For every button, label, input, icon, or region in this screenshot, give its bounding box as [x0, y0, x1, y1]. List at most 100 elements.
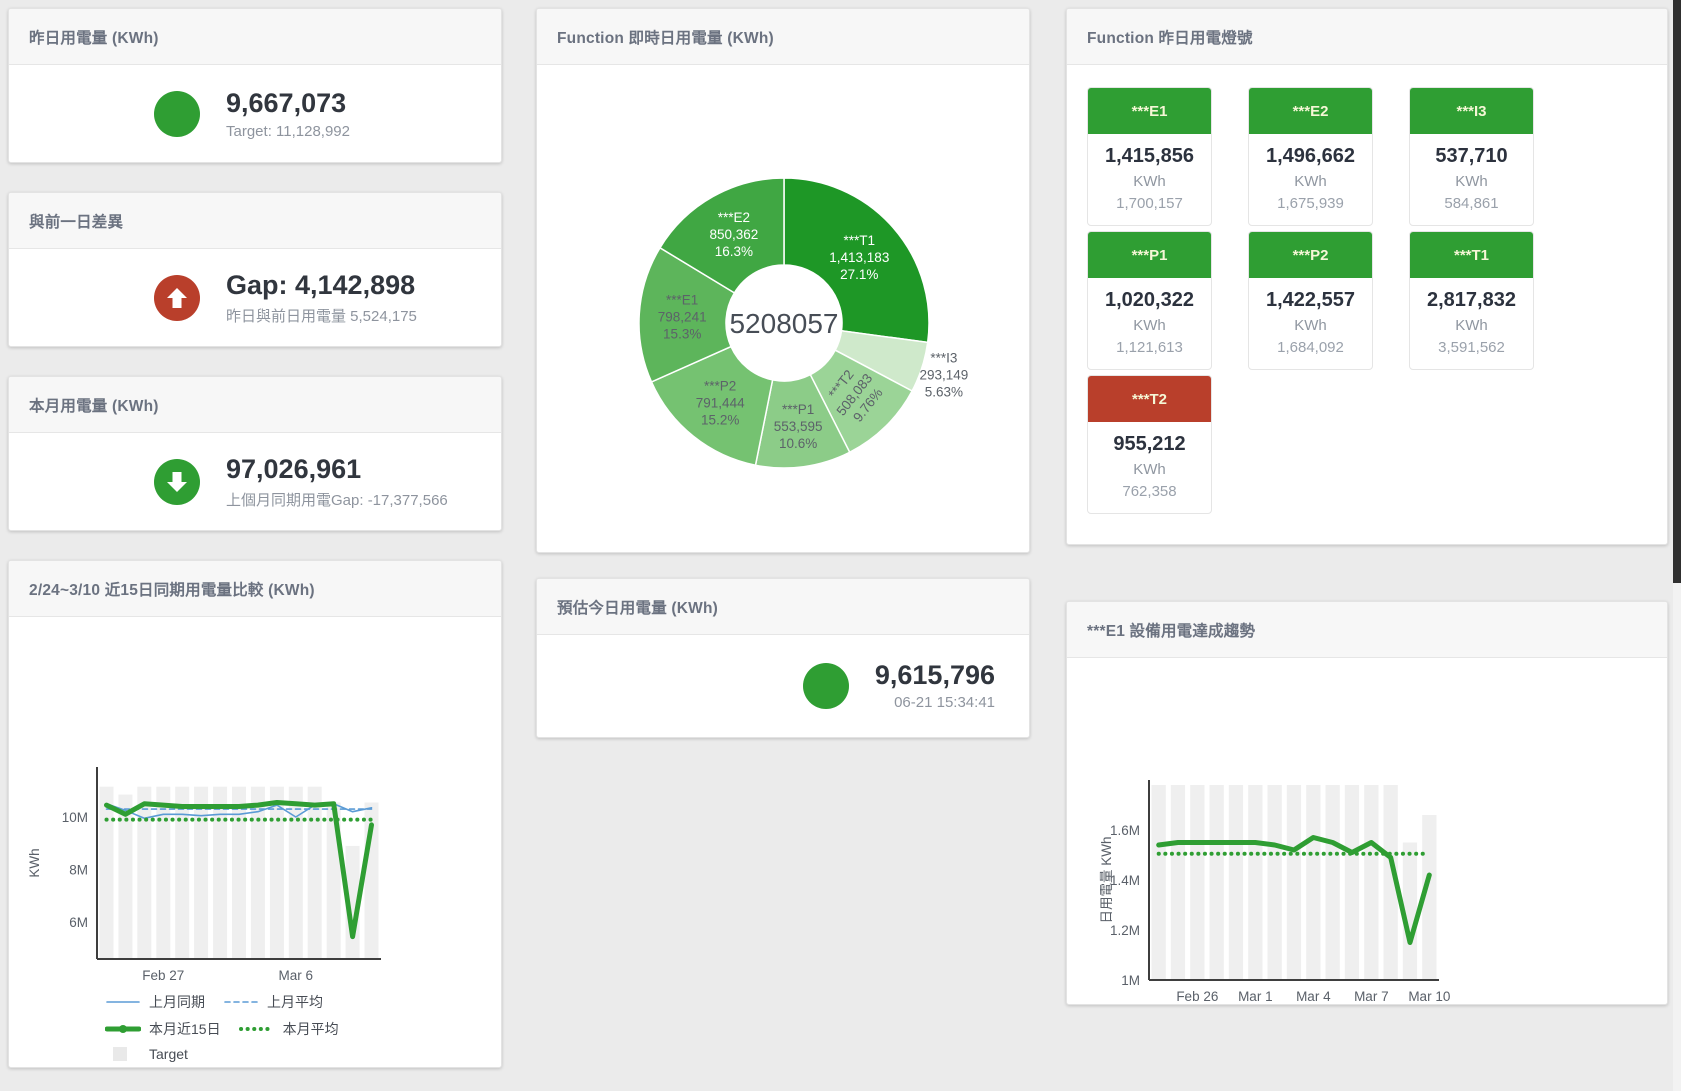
tile-value: 537,710	[1410, 145, 1533, 168]
stat-subtitle: 上個月同期用電Gap: -17,377,566	[226, 489, 448, 510]
target-bar	[1364, 785, 1378, 980]
legend-item[interactable]: 本月平均	[239, 1019, 339, 1039]
green-arrow-down-icon	[154, 459, 200, 505]
legend-sample-icon	[105, 1022, 141, 1036]
panel-title: 與前一日差異	[29, 210, 123, 232]
legend-item[interactable]: 本月近15日	[105, 1019, 221, 1039]
donut-slice-label: ***I3293,1495.63%	[919, 350, 968, 399]
tile-status-header: ***E1	[1088, 88, 1211, 134]
panel-header: 與前一日差異	[9, 193, 501, 249]
tile-unit: KWh	[1410, 317, 1533, 334]
legend-item[interactable]: 上月同期	[105, 992, 205, 1012]
y-tick-label: 10M	[62, 810, 88, 825]
tile-label: ***T1	[1454, 247, 1489, 264]
light-tile: ***E21,496,662KWh1,675,939	[1248, 87, 1373, 226]
panel-header: 預估今日用電量 (KWh)	[537, 579, 1029, 635]
x-tick-label: Mar 6	[279, 968, 314, 983]
target-bar	[194, 787, 208, 959]
panel-title: 昨日用電量 (KWh)	[29, 26, 159, 48]
donut-label-line: ***E2	[718, 210, 750, 225]
chart-legend: 上月同期 上月平均本月近15日本月平均 Target	[105, 992, 425, 1068]
y-tick-label: 1M	[1121, 973, 1140, 988]
tile-target: 1,121,613	[1088, 339, 1211, 356]
x-tick-label: Feb 26	[1176, 989, 1218, 1003]
middle-column: Function 即時日用電量 (KWh) ***T11,413,18327.1…	[536, 8, 1030, 738]
legend-item[interactable]: 上月平均	[223, 992, 323, 1012]
x-tick-label: Mar 1	[1238, 989, 1273, 1003]
tile-target: 584,861	[1410, 195, 1533, 212]
panel-title: Function 即時日用電量 (KWh)	[557, 26, 774, 48]
tile-label: ***E1	[1132, 103, 1168, 120]
x-tick-label: Mar 4	[1296, 989, 1331, 1003]
panel-header: 昨日用電量 (KWh)	[9, 9, 501, 65]
donut-area: ***T11,413,18327.1%***I3293,1495.63%***T…	[537, 65, 1029, 553]
target-bar	[1248, 785, 1262, 980]
legend-item[interactable]: Target	[105, 1046, 188, 1062]
panel-yesterday-usage: 昨日用電量 (KWh) 9,667,073 Target: 11,128,992	[8, 8, 502, 163]
right-column: Function 昨日用電燈號 ***E11,415,856KWh1,700,1…	[1066, 8, 1668, 1005]
target-bar	[137, 787, 151, 959]
y-tick-label: 6M	[69, 915, 88, 930]
panel-title: ***E1 設備用電達成趨勢	[1087, 619, 1255, 641]
page-scrollbar-track[interactable]	[1673, 0, 1681, 1091]
tile-unit: KWh	[1088, 317, 1211, 334]
panel-estimate-today: 預估今日用電量 (KWh) 9,615,796 06-21 15:34:41	[536, 578, 1030, 738]
tile-status-header: ***T2	[1088, 376, 1211, 422]
panel-yesterday-lights: Function 昨日用電燈號 ***E11,415,856KWh1,700,1…	[1066, 8, 1668, 545]
light-tile: ***T1 2,817,832 KWh 3,591,562	[1409, 231, 1534, 370]
donut-label-line: 850,362	[709, 227, 758, 242]
target-bar	[175, 787, 189, 959]
chart-area: 6M 8M 10M Feb 27 Mar 6 KWh 上月同期 上月平均本月近15日本月平均…	[9, 617, 501, 1068]
x-tick-label: Mar 7	[1354, 989, 1389, 1003]
chart-area: 1M1.2M1.4M1.6MFeb 26Mar 1Mar 4Mar 7Mar 1…	[1067, 658, 1667, 1005]
light-tile: ***T2955,212KWh762,358	[1087, 375, 1212, 514]
tile-status-header: ***E2	[1249, 88, 1372, 134]
page-scrollbar-thumb[interactable]	[1673, 0, 1681, 583]
tile-label: ***E2	[1293, 103, 1329, 120]
donut-label-line: 553,595	[774, 419, 823, 434]
target-bar	[1152, 785, 1166, 980]
tile-target: 1,684,092	[1249, 339, 1372, 356]
y-tick-label: 8M	[69, 863, 88, 878]
stat-row: Gap: 4,142,898 昨日與前日用電量 5,524,175	[9, 249, 501, 347]
x-tick-label: Mar 10	[1408, 989, 1450, 1003]
donut-label-line: 798,241	[658, 310, 707, 325]
y-tick-label: 1.4M	[1110, 873, 1140, 888]
target-bar	[100, 787, 114, 959]
panel-title: 預估今日用電量 (KWh)	[557, 596, 718, 618]
stat-value: 9,615,796	[875, 660, 995, 691]
tile-value: 1,020,322	[1088, 289, 1211, 312]
tile-value: 1,422,557	[1249, 289, 1372, 312]
tile-target: 3,591,562	[1410, 339, 1533, 356]
target-bar	[308, 787, 322, 959]
stat-value: 9,667,073	[226, 88, 350, 119]
legend-label: 上月平均	[267, 992, 323, 1012]
tile-label: ***P1	[1132, 247, 1168, 264]
legend-label: 上月同期	[149, 992, 205, 1012]
stat-subtitle: Target: 11,128,992	[226, 123, 350, 140]
donut-label-line: 1,413,183	[829, 250, 889, 265]
tile-unit: KWh	[1249, 317, 1372, 334]
donut-label-line: ***P1	[782, 402, 814, 417]
tile-status-header: ***P1	[1088, 232, 1211, 278]
donut-label-line: ***I3	[930, 350, 957, 365]
target-bar	[156, 787, 170, 959]
target-bar	[1326, 785, 1340, 980]
tile-unit: KWh	[1410, 173, 1533, 190]
x-tick-label: Feb 27	[142, 968, 184, 983]
target-bar	[1268, 785, 1282, 980]
compare15-line-chart: 6M 8M 10M Feb 27 Mar 6 KWh	[9, 617, 502, 985]
target-bar	[1171, 785, 1185, 980]
legend-label: Target	[149, 1046, 188, 1062]
donut-label-line: 5.63%	[925, 384, 963, 399]
target-bar	[270, 787, 284, 959]
donut-label-line: 15.3%	[663, 327, 701, 342]
panel-15day-compare-chart: 2/24~3/10 近15日同期用電量比較 (KWh) 6M8M10MFeb 2…	[8, 560, 502, 1068]
donut-label-line: ***T1	[844, 233, 876, 248]
legend-sample-icon	[105, 1047, 141, 1061]
panel-day-gap: 與前一日差異 Gap: 4,142,898 昨日與前日用電量 5,524,175	[8, 192, 502, 347]
y-axis-title: KWh	[27, 848, 42, 877]
stat-value: 97,026,961	[226, 454, 448, 485]
tile-value: 2,817,832	[1410, 289, 1533, 312]
target-bar	[232, 787, 246, 959]
